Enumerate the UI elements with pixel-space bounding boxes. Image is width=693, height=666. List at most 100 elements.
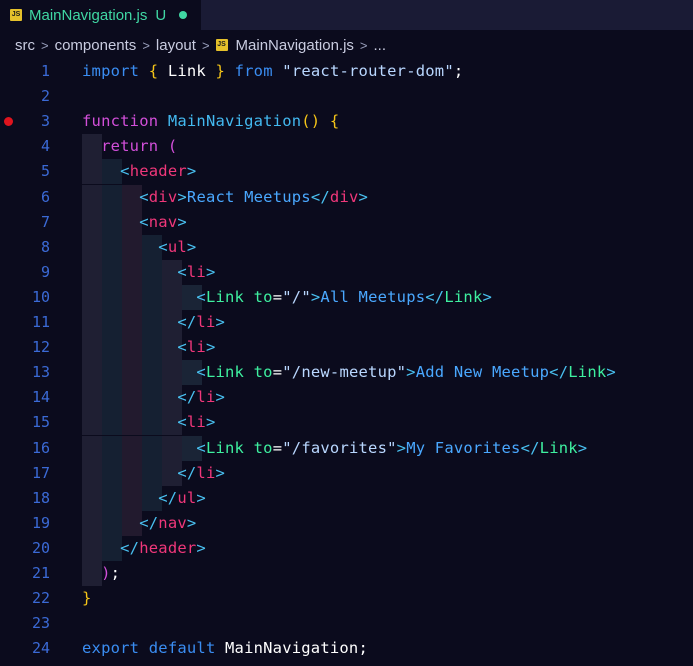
code-line[interactable]: 5 <header> bbox=[0, 159, 693, 185]
line-gutter[interactable]: 8 bbox=[0, 235, 64, 260]
code-text: <Link to="/favorites">My Favorites</Link… bbox=[82, 436, 587, 461]
code-token: () bbox=[301, 112, 321, 131]
code-line[interactable]: 16 <Link to="/favorites">My Favorites</L… bbox=[0, 435, 693, 461]
line-gutter[interactable]: 2 bbox=[0, 84, 64, 109]
code-token: } bbox=[215, 62, 226, 80]
code-line[interactable]: 22} bbox=[0, 586, 693, 611]
code-line[interactable]: 20 </header> bbox=[0, 535, 693, 561]
line-gutter[interactable]: 5 bbox=[0, 159, 64, 184]
code-token: > bbox=[196, 488, 206, 507]
code-token: </ bbox=[139, 513, 159, 532]
code-token: li bbox=[196, 463, 216, 482]
breakpoint-icon[interactable] bbox=[4, 117, 13, 127]
code-text: <Link to="/">All Meetups</Link> bbox=[82, 285, 492, 310]
code-token: All Meetups bbox=[320, 287, 426, 306]
code-line[interactable]: 17 </li> bbox=[0, 460, 693, 486]
line-gutter[interactable]: 7 bbox=[0, 210, 64, 235]
breadcrumb-file[interactable]: MainNavigation.js bbox=[236, 37, 354, 54]
line-gutter[interactable]: 10 bbox=[0, 285, 64, 310]
code-text: </ul> bbox=[82, 486, 206, 511]
line-number: 9 bbox=[40, 262, 50, 281]
code-token: < bbox=[196, 363, 206, 382]
code-token: div bbox=[148, 187, 178, 206]
line-gutter[interactable]: 23 bbox=[0, 611, 64, 636]
code-line[interactable]: 11 </li> bbox=[0, 310, 693, 335]
code-line[interactable]: 19 </nav> bbox=[0, 510, 693, 536]
line-number: 3 bbox=[40, 112, 50, 131]
code-text: </li> bbox=[82, 461, 225, 486]
code-line[interactable]: 24 export default MainNavigation; bbox=[0, 636, 693, 661]
tab-filename: MainNavigation.js bbox=[29, 6, 148, 24]
line-gutter[interactable]: 14 bbox=[0, 385, 64, 410]
line-gutter[interactable]: 13 bbox=[0, 360, 64, 385]
code-token: < bbox=[177, 413, 187, 432]
code-token: < bbox=[120, 162, 130, 181]
line-gutter[interactable]: 15 bbox=[0, 410, 64, 435]
line-gutter[interactable]: 22 bbox=[0, 586, 64, 611]
line-gutter[interactable]: 16 bbox=[0, 436, 64, 461]
code-token: > bbox=[205, 262, 216, 281]
code-token: = bbox=[272, 438, 283, 457]
code-line[interactable]: 9 <li> bbox=[0, 259, 693, 285]
code-line[interactable]: 14 </li> bbox=[0, 385, 693, 411]
code-token: ) bbox=[101, 564, 111, 582]
code-text: </header> bbox=[82, 536, 206, 561]
line-gutter[interactable]: 18 bbox=[0, 486, 64, 511]
code-line[interactable]: 18 </ul> bbox=[0, 485, 693, 511]
code-line[interactable]: 23 bbox=[0, 611, 693, 636]
code-token: < bbox=[139, 212, 149, 231]
breadcrumb-src[interactable]: src bbox=[15, 37, 35, 54]
code-token: li bbox=[186, 338, 206, 357]
line-gutter[interactable]: 3 bbox=[0, 109, 64, 134]
breadcrumb-layout[interactable]: layout bbox=[156, 37, 196, 54]
line-gutter[interactable]: 17 bbox=[0, 461, 64, 486]
code-text: <li> bbox=[82, 410, 216, 435]
code-line[interactable]: 6 <div>React Meetups</div> bbox=[0, 184, 693, 210]
code-line[interactable]: 7 <nav> bbox=[0, 209, 693, 235]
code-text: } bbox=[82, 586, 92, 611]
tab-main-navigation[interactable]: JS MainNavigation.js U bbox=[0, 0, 202, 30]
code-token: > bbox=[177, 187, 187, 206]
code-line[interactable]: 15 <li> bbox=[0, 410, 693, 436]
code-editor[interactable]: 1 import { Link } from "react-router-dom"… bbox=[0, 59, 693, 666]
code-line[interactable]: 8 <ul> bbox=[0, 234, 693, 260]
code-line[interactable]: 1 import { Link } from "react-router-dom"… bbox=[0, 59, 693, 84]
code-token: Link bbox=[158, 62, 216, 80]
code-line[interactable]: 21 ); bbox=[0, 561, 693, 586]
code-token: MainNavigation; bbox=[215, 639, 368, 658]
line-gutter[interactable]: 6 bbox=[0, 185, 64, 210]
line-gutter[interactable]: 20 bbox=[0, 536, 64, 561]
code-line[interactable]: 3 function MainNavigation() { bbox=[0, 109, 693, 134]
code-token: > bbox=[215, 388, 226, 407]
line-gutter[interactable]: 24 bbox=[0, 636, 64, 661]
code-line[interactable]: 10 <Link to="/">All Meetups</Link> bbox=[0, 284, 693, 310]
unsaved-dot-icon[interactable] bbox=[179, 11, 188, 19]
code-line[interactable]: 13 <Link to="/new-meetup">Add New Meetup… bbox=[0, 360, 693, 386]
line-gutter[interactable]: 1 bbox=[0, 59, 64, 84]
line-gutter[interactable]: 12 bbox=[0, 335, 64, 360]
breadcrumb-components[interactable]: components bbox=[55, 37, 137, 54]
code-line[interactable]: 12 <li> bbox=[0, 335, 693, 361]
line-gutter[interactable]: 21 bbox=[0, 561, 64, 586]
code-token: > bbox=[186, 237, 197, 256]
code-line[interactable]: 2 bbox=[0, 84, 693, 109]
line-gutter[interactable]: 4 bbox=[0, 134, 64, 159]
breadcrumb-symbols[interactable]: ... bbox=[374, 37, 387, 54]
line-gutter[interactable]: 9 bbox=[0, 260, 64, 285]
code-text: </li> bbox=[82, 310, 225, 335]
line-gutter[interactable]: 19 bbox=[0, 511, 64, 536]
code-token: "/favorites" bbox=[282, 438, 397, 457]
code-token: "/new-meetup" bbox=[282, 363, 407, 382]
code-line[interactable]: 4 return ( bbox=[0, 134, 693, 160]
line-gutter[interactable]: 11 bbox=[0, 310, 64, 335]
code-token: < bbox=[196, 438, 206, 457]
